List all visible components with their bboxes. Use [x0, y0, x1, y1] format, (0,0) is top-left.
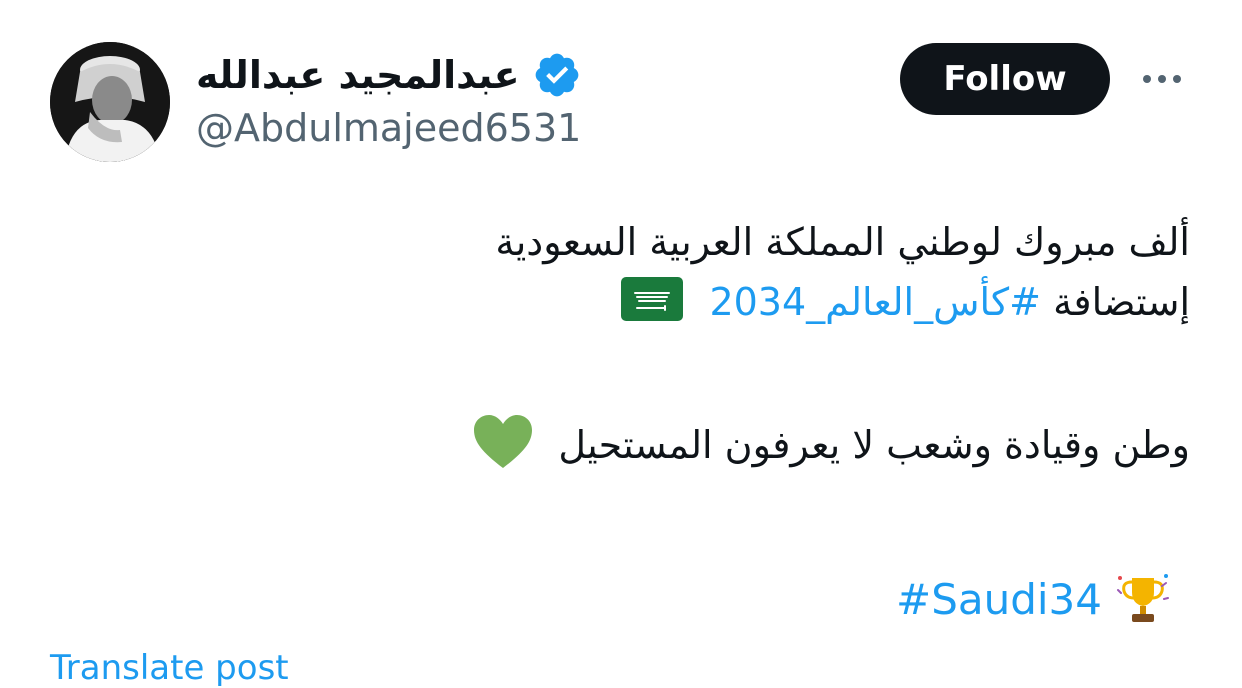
profile-photo: [50, 42, 170, 162]
more-options-icon[interactable]: [1132, 62, 1192, 96]
avatar[interactable]: [50, 42, 170, 162]
display-name[interactable]: عبدالمجيد عبدالله: [196, 53, 520, 97]
tweet-line-3-text: وطن وقيادة وشعب لا يعرفون المستحيل: [558, 423, 1190, 467]
tweet-line-2-text: إستضافة: [1040, 280, 1190, 324]
more-dot: [1173, 75, 1181, 83]
green-heart-icon: [474, 415, 533, 468]
author-name-row: عبدالمجيد عبدالله: [196, 44, 582, 106]
more-dot: [1158, 75, 1166, 83]
saudi-flag-icon: [621, 277, 684, 321]
author-handle[interactable]: @Abdulmajeed6531: [196, 106, 581, 150]
translate-post-link[interactable]: Translate post: [50, 648, 289, 688]
tweet-line-3: وطن وقيادة وشعب لا يعرفون المستحيل: [290, 414, 1190, 475]
tweet-line-2: إستضافة #كأس_العالم_2034: [290, 272, 1190, 332]
trophy-icon: [1117, 574, 1169, 622]
follow-button[interactable]: Follow: [900, 43, 1110, 115]
hashtag-world-cup-link[interactable]: #كأس_العالم_2034: [709, 280, 1041, 324]
hashtag-saudi34-link[interactable]: #Saudi34: [896, 575, 1102, 624]
hashtag-line: #Saudi34: [896, 570, 1172, 628]
more-dot: [1143, 75, 1151, 83]
verified-badge-icon: [535, 53, 578, 97]
tweet-line-1: ألف مبروك لوطني المملكة العربية السعودية: [495, 220, 1190, 264]
tweet-text: ألف مبروك لوطني المملكة العربية السعودية…: [290, 212, 1190, 475]
